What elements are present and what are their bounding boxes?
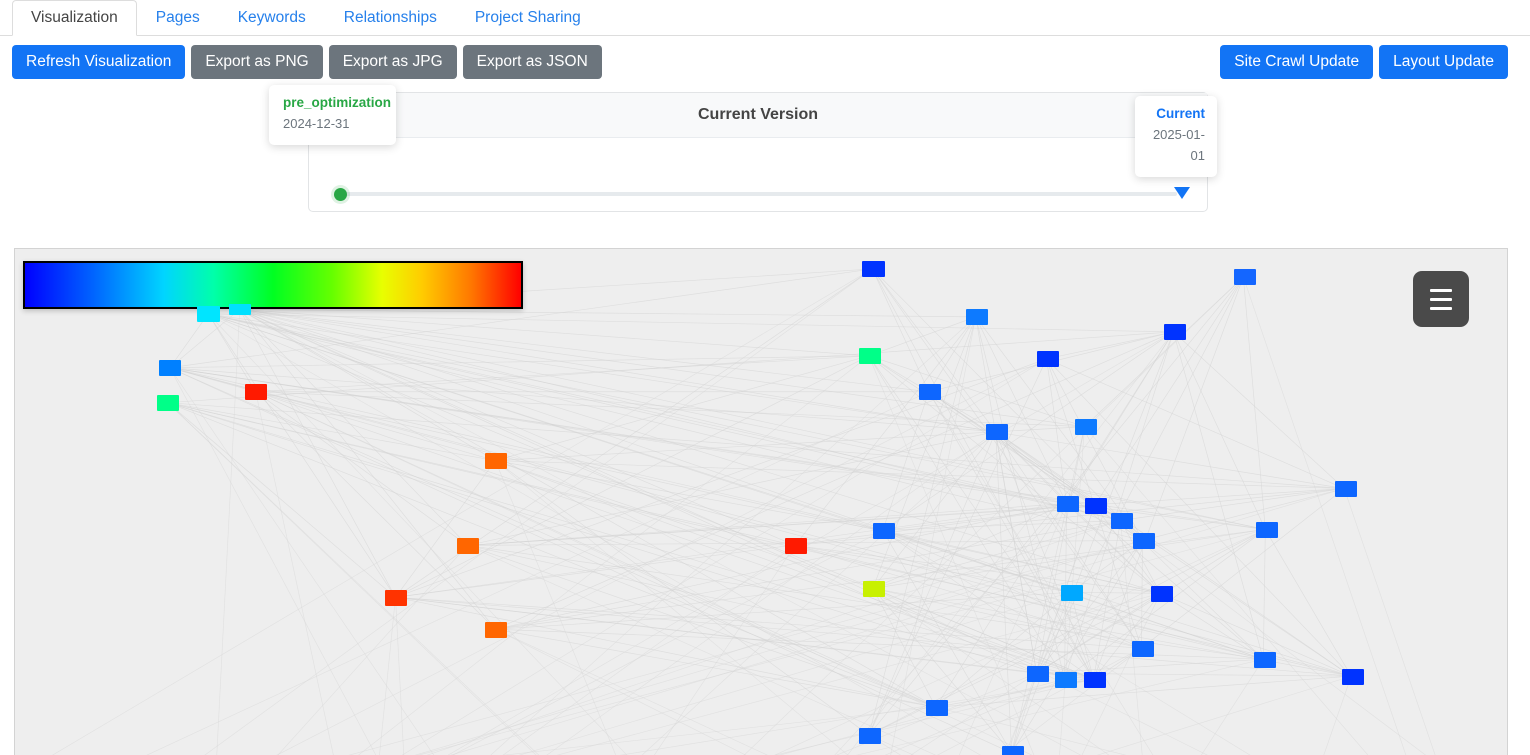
export-as-jpg-button[interactable]: Export as JPG xyxy=(328,44,457,79)
layout-update-button[interactable]: Layout Update xyxy=(1379,44,1508,79)
export-as-png-button[interactable]: Export as PNG xyxy=(191,44,323,79)
graph-node[interactable] xyxy=(986,424,1008,440)
version-timeline-section: Current Version pre_optimization 2024-12… xyxy=(0,85,1530,235)
version-card-title: Current Version xyxy=(697,106,819,123)
graph-node[interactable] xyxy=(919,384,941,400)
hamburger-menu-icon[interactable] xyxy=(1413,271,1469,327)
graph-node[interactable] xyxy=(1055,672,1077,688)
graph-node[interactable] xyxy=(1075,419,1097,435)
timeline-marker-current[interactable] xyxy=(1174,187,1190,199)
graph-node[interactable] xyxy=(1164,324,1186,340)
graph-node[interactable] xyxy=(385,590,407,606)
menu-line xyxy=(1430,306,1452,310)
timeline-tooltip-current: Current 2025-01-01 xyxy=(1135,96,1217,177)
graph-node[interactable] xyxy=(862,261,885,277)
timeline-marker-pre-optimization[interactable] xyxy=(334,188,347,201)
graph-node[interactable] xyxy=(1132,641,1154,657)
tab-visualization[interactable]: Visualization xyxy=(12,0,137,36)
tooltip-version-date: 2024-12-31 xyxy=(283,115,350,131)
graph-node[interactable] xyxy=(859,348,881,364)
timeline-tooltip-pre-optimization: pre_optimization 2024-12-31 xyxy=(269,85,396,145)
tab-keywords[interactable]: Keywords xyxy=(219,0,325,35)
graph-node[interactable] xyxy=(1085,498,1107,514)
graph-node[interactable] xyxy=(859,728,881,744)
color-scale-legend xyxy=(23,261,523,309)
graph-node[interactable] xyxy=(229,304,251,315)
graph-node[interactable] xyxy=(245,384,267,400)
version-card-header: Current Version xyxy=(309,93,1207,138)
main-tabbar: Visualization Pages Keywords Relationships P… xyxy=(0,0,1530,36)
menu-line xyxy=(1430,288,1452,292)
graph-node[interactable] xyxy=(485,453,507,469)
graph-node[interactable] xyxy=(1133,533,1155,549)
graph-node[interactable] xyxy=(1234,269,1256,285)
version-timeline: pre_optimization 2024-12-31 Current 2025… xyxy=(269,85,1217,211)
graph-node[interactable] xyxy=(1002,746,1024,755)
graph-node[interactable] xyxy=(1111,513,1133,529)
graph-node[interactable] xyxy=(863,581,885,597)
graph-edges xyxy=(52,268,1436,755)
graph-node[interactable] xyxy=(1027,666,1049,682)
graph-node[interactable] xyxy=(785,538,807,554)
menu-line xyxy=(1430,297,1452,301)
graph-node[interactable] xyxy=(873,523,895,539)
tooltip-version-name: pre_optimization xyxy=(283,95,392,110)
graph-node[interactable] xyxy=(926,700,948,716)
graph-node[interactable] xyxy=(1254,652,1276,668)
graph-node[interactable] xyxy=(1037,351,1059,367)
tab-project-sharing[interactable]: Project Sharing xyxy=(456,0,600,35)
site-crawl-update-button[interactable]: Site Crawl Update xyxy=(1220,44,1374,79)
tooltip-version-date: 2025-01-01 xyxy=(1152,126,1205,163)
graph-node[interactable] xyxy=(159,360,181,376)
graph-node[interactable] xyxy=(1342,669,1364,685)
tab-pages[interactable]: Pages xyxy=(137,0,219,35)
tab-relationships[interactable]: Relationships xyxy=(325,0,456,35)
current-version-card: Current Version pre_optimization 2024-12… xyxy=(269,85,1217,212)
graph-node[interactable] xyxy=(1256,522,1278,538)
export-as-json-button[interactable]: Export as JSON xyxy=(462,44,602,79)
graph-node[interactable] xyxy=(1335,481,1357,497)
refresh-visualization-button[interactable]: Refresh Visualization xyxy=(12,44,186,79)
toolbar-left-group: Refresh Visualization Export as PNG Export… xyxy=(12,44,602,79)
tooltip-version-name: Current xyxy=(1156,106,1205,121)
graph-node[interactable] xyxy=(1057,496,1079,512)
graph-node[interactable] xyxy=(197,306,220,322)
graph-node[interactable] xyxy=(1061,585,1083,601)
toolbar-right-group: Site Crawl Update Layout Update xyxy=(1220,44,1508,79)
graph-node[interactable] xyxy=(966,309,988,325)
timeline-track[interactable] xyxy=(339,192,1177,196)
graph-node[interactable] xyxy=(485,622,507,638)
action-toolbar: Refresh Visualization Export as PNG Export… xyxy=(0,36,1530,87)
graph-visualization-canvas[interactable] xyxy=(14,248,1508,755)
graph-node[interactable] xyxy=(457,538,479,554)
graph-node[interactable] xyxy=(157,395,179,411)
graph-node[interactable] xyxy=(1084,672,1106,688)
graph-node[interactable] xyxy=(1151,586,1173,602)
